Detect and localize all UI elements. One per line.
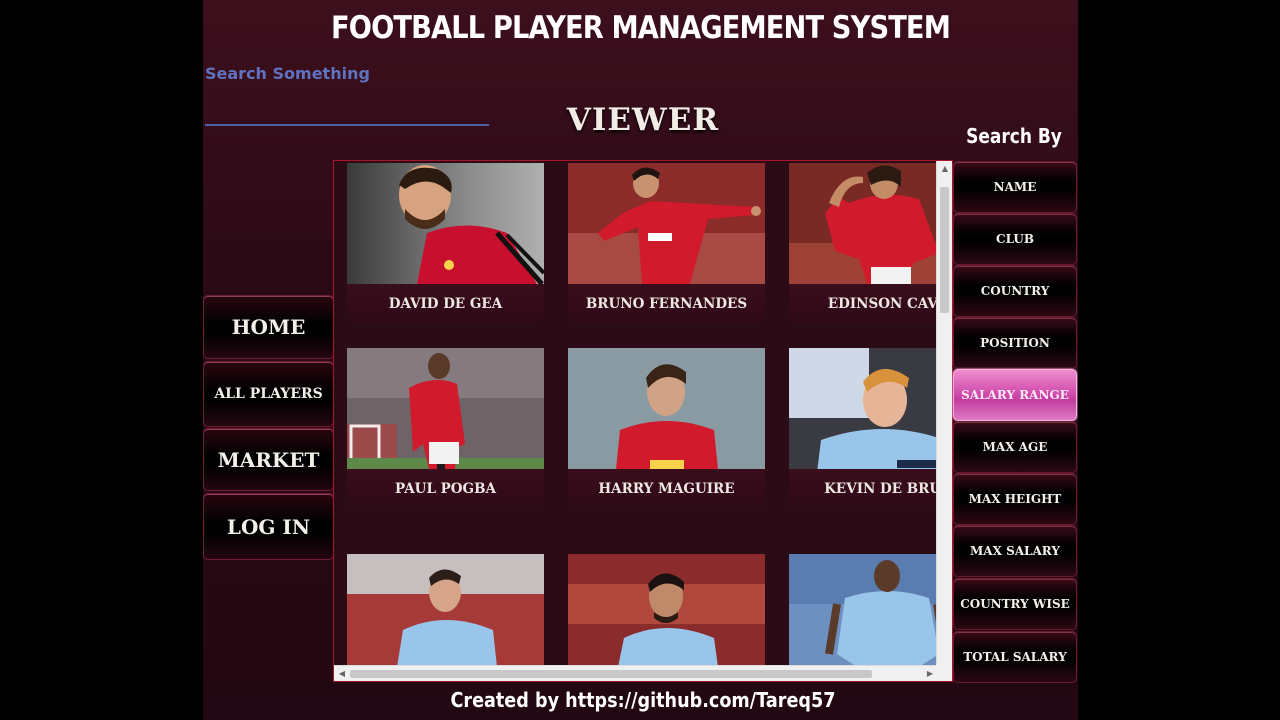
search-by-title: Search By (966, 124, 1062, 148)
vertical-scroll-thumb[interactable] (940, 187, 949, 313)
player-photo (347, 554, 544, 667)
player-gallery[interactable]: DAVID DE GEA BRUNO FERNANDES EDINSON CAV… (333, 160, 953, 682)
viewer-title: VIEWER (566, 102, 720, 138)
search-by-position-button[interactable]: POSITION (953, 317, 1077, 369)
player-photo (789, 163, 952, 284)
login-button[interactable]: LOG IN (203, 493, 334, 560)
search-by-name-button[interactable]: NAME (953, 161, 1077, 213)
footer-credit: Created by https://github.com/Tareq57 (450, 688, 836, 712)
player-photo (347, 348, 544, 469)
player-photo (568, 348, 765, 469)
search-by-salary-range-button[interactable]: SALARY RANGE (953, 369, 1077, 421)
search-by-country-button[interactable]: COUNTRY (953, 265, 1077, 317)
search-input[interactable] (205, 60, 489, 126)
player-photo (347, 163, 544, 284)
player-name: DAVID DE GEA (347, 284, 544, 324)
player-photo (789, 554, 952, 667)
player-name: HARRY MAGUIRE (568, 469, 765, 509)
player-name: PAUL POGBA (347, 469, 544, 509)
player-photo (568, 163, 765, 284)
search-by-country-wise-button[interactable]: COUNTRY WISE (953, 578, 1077, 630)
player-photo (789, 348, 952, 469)
scroll-left-icon[interactable]: ◀ (334, 666, 350, 681)
scroll-up-icon[interactable]: ▲ (937, 161, 952, 177)
app-window: FOOTBALL PLAYER MANAGEMENT SYSTEM VIEWER… (203, 0, 1078, 720)
horizontal-scroll-thumb[interactable] (350, 670, 872, 678)
player-name: KEVIN DE BRUY (789, 469, 952, 509)
search-by-max-age-button[interactable]: MAX AGE (953, 421, 1077, 473)
vertical-scrollbar[interactable]: ▲ (936, 161, 952, 667)
app-title: FOOTBALL PLAYER MANAGEMENT SYSTEM (331, 10, 951, 46)
player-photo (568, 554, 765, 667)
player-name: EDINSON CAVA (789, 284, 952, 324)
horizontal-scrollbar[interactable]: ◀ ▶ (334, 665, 938, 681)
search-by-max-salary-button[interactable]: MAX SALARY (953, 525, 1077, 577)
all-players-button[interactable]: ALL PLAYERS (203, 361, 334, 427)
search-by-max-height-button[interactable]: MAX HEIGHT (953, 473, 1077, 525)
search-by-total-salary-button[interactable]: TOTAL SALARY (953, 631, 1077, 683)
scroll-corner (936, 665, 952, 681)
player-name: BRUNO FERNANDES (568, 284, 765, 324)
market-button[interactable]: MARKET (203, 428, 334, 491)
search-by-club-button[interactable]: CLUB (953, 213, 1077, 265)
home-button[interactable]: HOME (203, 295, 334, 359)
